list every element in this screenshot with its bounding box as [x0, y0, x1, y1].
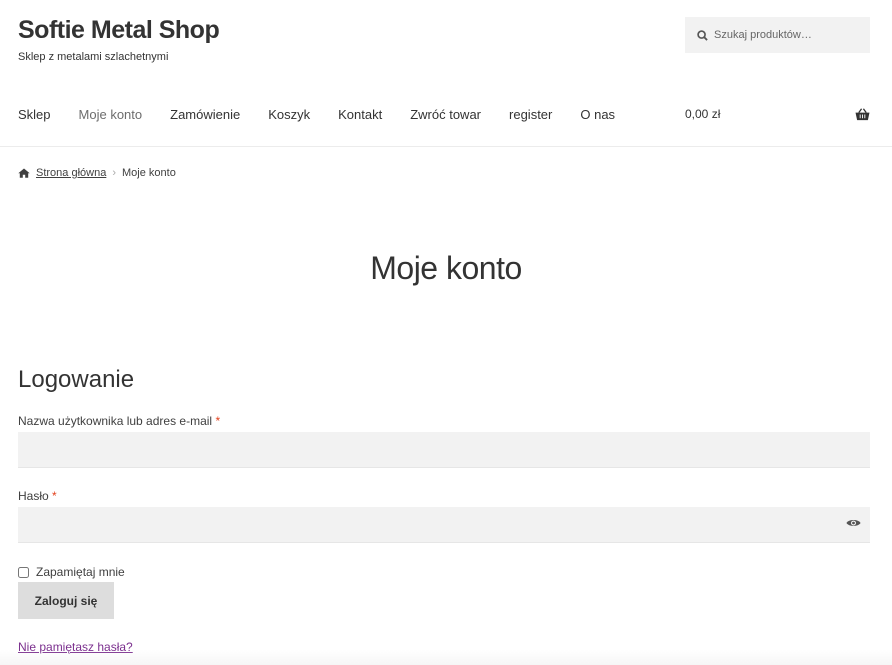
nav-item-koszyk[interactable]: Koszyk	[268, 107, 310, 122]
login-button[interactable]: Zaloguj się	[18, 582, 114, 619]
nav-item-zwroc-towar[interactable]: Zwróć towar	[410, 107, 481, 122]
product-search[interactable]	[685, 17, 870, 53]
breadcrumb: Strona główna › Moje konto	[18, 167, 176, 179]
primary-navigation: Sklep Moje konto Zamówienie Koszyk Konta…	[18, 107, 643, 122]
bottom-fade	[0, 650, 892, 665]
password-label: Hasło *	[18, 489, 57, 503]
nav-item-sklep[interactable]: Sklep	[18, 107, 51, 122]
breadcrumb-current: Moje konto	[122, 167, 176, 179]
username-field[interactable]	[18, 432, 870, 468]
login-heading: Logowanie	[18, 366, 135, 393]
breadcrumb-home-link[interactable]: Strona główna	[36, 167, 106, 179]
eye-icon[interactable]	[846, 518, 861, 528]
nav-item-register[interactable]: register	[509, 107, 552, 122]
password-field[interactable]	[18, 507, 870, 543]
breadcrumb-separator: ›	[112, 167, 116, 179]
basket-icon	[855, 107, 870, 120]
nav-item-o-nas[interactable]: O nas	[580, 107, 615, 122]
search-icon	[697, 29, 708, 41]
password-label-text: Hasło	[18, 489, 49, 503]
search-input[interactable]	[714, 29, 864, 41]
required-mark: *	[52, 489, 57, 503]
page-title: Moje konto	[370, 250, 522, 286]
nav-item-moje-konto[interactable]: Moje konto	[79, 107, 143, 122]
nav-item-zamowienie[interactable]: Zamówienie	[170, 107, 240, 122]
username-label-text: Nazwa użytkownika lub adres e-mail	[18, 414, 213, 428]
site-title[interactable]: Softie Metal Shop	[18, 16, 220, 45]
header-cart[interactable]: 0,00 zł	[685, 107, 870, 121]
cart-total: 0,00 zł	[685, 107, 721, 121]
required-mark: *	[215, 414, 221, 428]
site-description: Sklep z metalami szlachetnymi	[18, 51, 169, 63]
header-divider	[0, 146, 892, 147]
remember-me-label: Zapamiętaj mnie	[36, 565, 125, 579]
remember-me[interactable]: Zapamiętaj mnie	[18, 565, 125, 579]
home-icon	[18, 168, 30, 178]
remember-me-checkbox[interactable]	[18, 566, 29, 578]
username-label: Nazwa użytkownika lub adres e-mail *	[18, 414, 220, 428]
nav-item-kontakt[interactable]: Kontakt	[338, 107, 382, 122]
